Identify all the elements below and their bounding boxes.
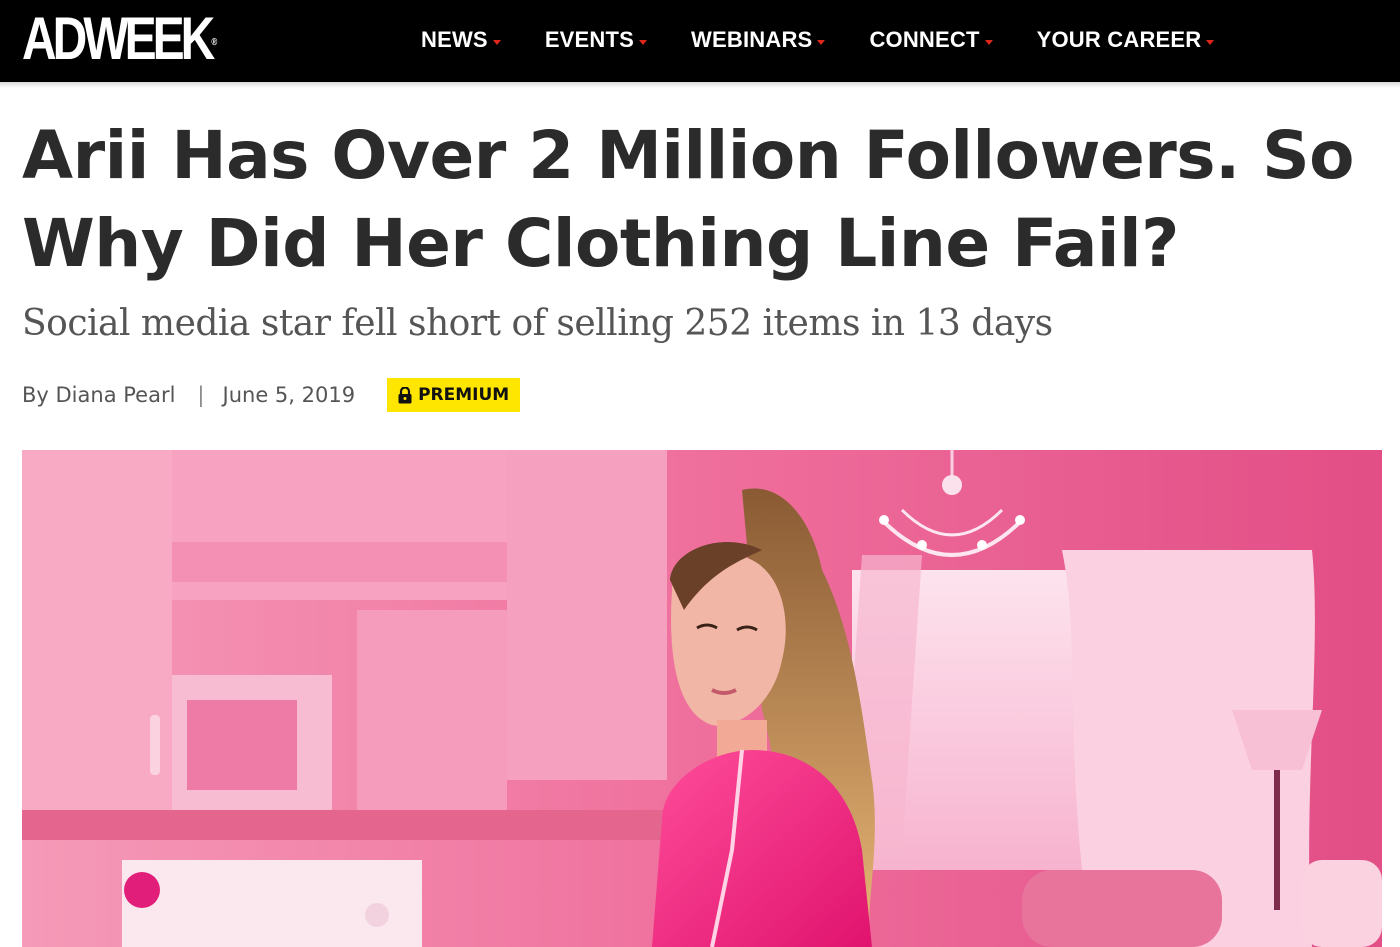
armchair [1022, 870, 1222, 947]
chevron-down-icon [1206, 39, 1215, 45]
nav-item-label: WEBINARS [691, 27, 813, 52]
premium-badge-label: PREMIUM [418, 385, 510, 405]
publish-date: June 5, 2019 [222, 383, 356, 407]
premium-badge[interactable]: PREMIUM [387, 378, 521, 412]
nav-item-events[interactable]: EVENTS [544, 27, 648, 53]
teapot [124, 872, 160, 908]
ruffle-cushion [1302, 860, 1382, 947]
main-nav: NEWS EVENTS WEBINARS CONNECT YOUR CAREER [421, 26, 1258, 54]
article-headline: Arii Has Over 2 Million Followers. So Wh… [22, 117, 1355, 282]
hero-image [22, 450, 1382, 947]
author-link[interactable]: By Diana Pearl [22, 383, 175, 407]
article-byline: By Diana Pearl | June 5, 2019 PREMIUM [22, 377, 521, 413]
adweek-logo[interactable]: ADWEEK® [22, 4, 217, 74]
logo-registered-mark: ® [211, 37, 218, 48]
chevron-down-icon [817, 39, 826, 45]
nav-item-your-career[interactable]: YOUR CAREER [1037, 27, 1215, 53]
cabinet-mid [357, 610, 507, 810]
stove-knob [365, 903, 389, 927]
chevron-down-icon [984, 39, 993, 45]
nav-item-news[interactable]: NEWS [421, 27, 501, 53]
lamp-stand [1274, 770, 1280, 910]
nav-item-label: CONNECT [869, 27, 980, 52]
article-subhead: Social media star fell short of selling … [22, 303, 1053, 344]
nav-item-label: NEWS [421, 27, 488, 52]
header-shadow [0, 82, 1400, 88]
cabinet-left [22, 450, 172, 810]
nav-item-connect[interactable]: CONNECT [869, 27, 993, 53]
hero-photo-illustration [22, 450, 1382, 947]
nav-item-webinars[interactable]: WEBINARS [691, 27, 826, 53]
counter [22, 810, 722, 840]
nav-item-label: EVENTS [544, 27, 635, 52]
logo-text: ADWEEK [22, 5, 215, 72]
cabinet-right [507, 450, 667, 780]
chevron-down-icon [639, 39, 648, 45]
nav-item-label: YOUR CAREER [1036, 27, 1202, 52]
lock-icon [398, 386, 412, 403]
cabinet-handle [150, 715, 160, 775]
picture [187, 700, 297, 790]
site-header: ADWEEK® NEWS EVENTS WEBINARS CONNECT YOU… [0, 0, 1400, 82]
chevron-down-icon [492, 39, 501, 45]
byline-separator: | [197, 383, 205, 407]
